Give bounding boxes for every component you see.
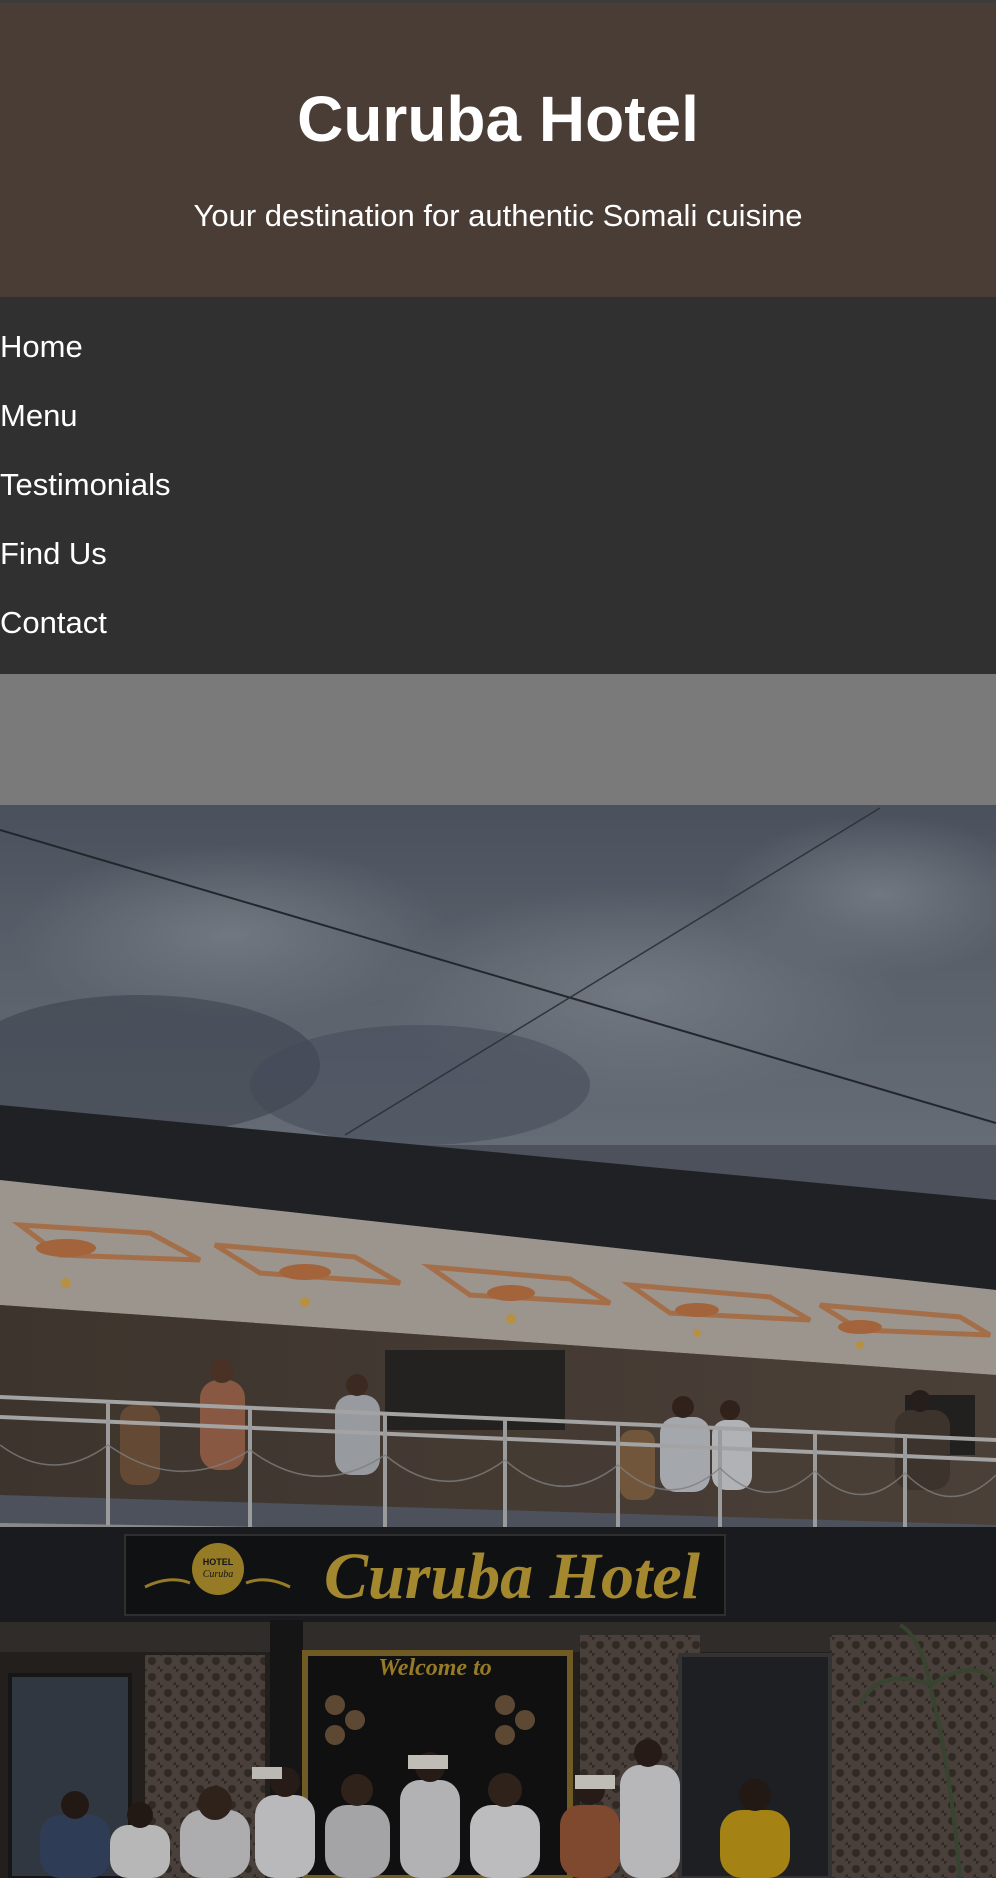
site-title: Curuba Hotel [297,83,699,155]
page: Curuba Hotel Your destination for authen… [0,0,996,1878]
nav-link-testimonials[interactable]: Testimonials [0,465,171,505]
hero-image: HOTEL Curuba Curuba Hotel Welcome to [0,805,996,1878]
nav-link-home[interactable]: Home [0,327,83,367]
site-header: Curuba Hotel Your destination for authen… [0,0,996,297]
nav-link-contact[interactable]: Contact [0,603,107,643]
nav-link-find-us[interactable]: Find Us [0,534,107,574]
spacer-band [0,674,996,805]
hotel-photo: HOTEL Curuba Curuba Hotel Welcome to [0,805,996,1878]
nav-link-menu[interactable]: Menu [0,396,78,436]
main-nav: Home Menu Testimonials Find Us Contact [0,297,996,674]
site-tagline: Your destination for authentic Somali cu… [193,198,803,233]
